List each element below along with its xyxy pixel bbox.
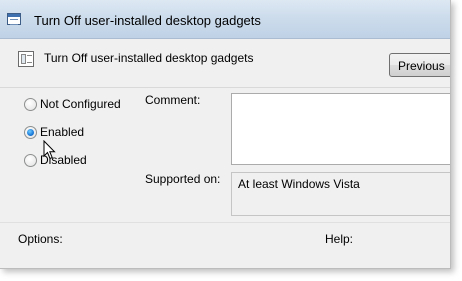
window-title: Turn Off user-installed desktop gadgets (34, 13, 261, 28)
options-label: Options: (18, 232, 63, 246)
previous-setting-button[interactable]: Previous (389, 53, 450, 77)
radio-not-configured-control[interactable] (24, 98, 37, 111)
radio-not-configured-label[interactable]: Not Configured (40, 97, 121, 111)
policy-setting-icon (18, 51, 34, 67)
mouse-cursor-icon (43, 140, 56, 160)
supported-on-field: At least Windows Vista (231, 172, 450, 216)
radio-enabled-label[interactable]: Enabled (40, 125, 84, 139)
title-bar[interactable]: Turn Off user-installed desktop gadgets (0, 0, 450, 39)
policy-title: Turn Off user-installed desktop gadgets (44, 51, 254, 65)
comment-label: Comment: (145, 93, 201, 107)
supported-on-label: Supported on: (145, 172, 221, 186)
help-label: Help: (325, 232, 354, 246)
radio-enabled-control[interactable] (24, 126, 37, 139)
policy-window-icon (7, 13, 21, 25)
header-divider (0, 87, 450, 88)
comment-textarea[interactable] (231, 93, 450, 165)
policy-dialog: Turn Off user-installed desktop gadgets … (0, 0, 451, 269)
radio-disabled-control[interactable] (24, 154, 37, 167)
section-divider (0, 222, 450, 223)
